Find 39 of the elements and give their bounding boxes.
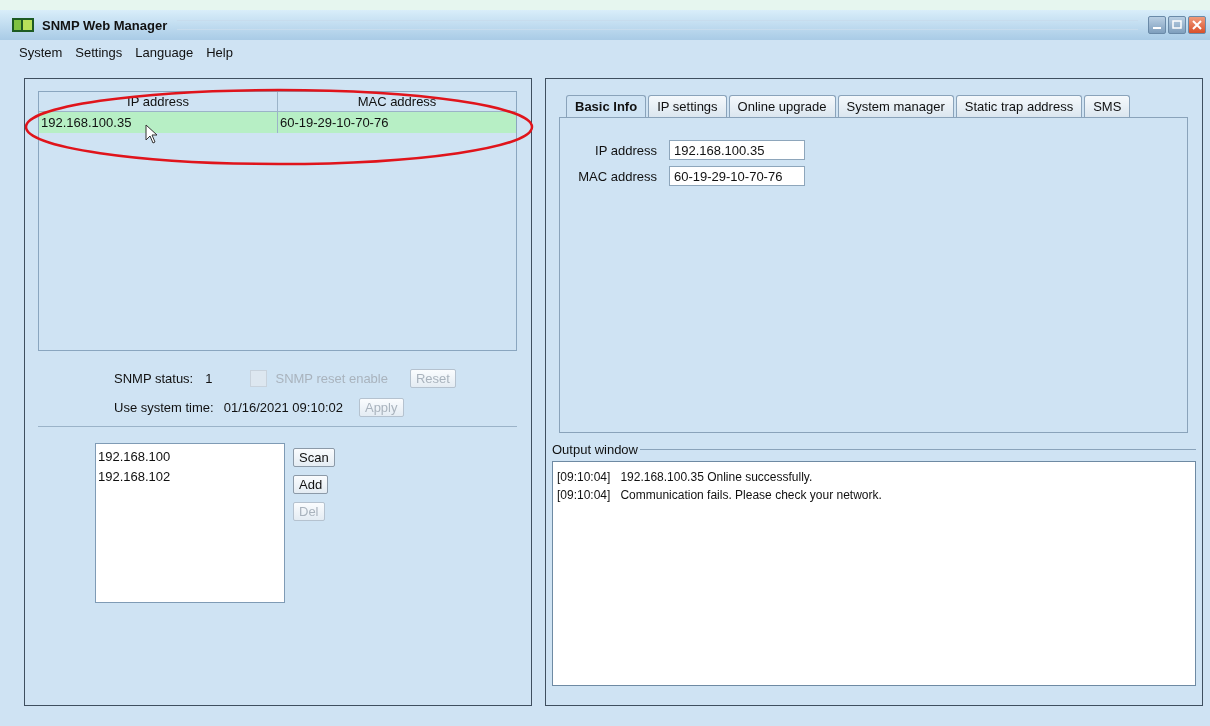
field-label: MAC address <box>577 168 658 184</box>
table-cell-text: 60-19-29-10-70-76 <box>279 114 390 132</box>
menu-item[interactable]: Settings <box>75 44 123 60</box>
table-row[interactable]: 192.168.100.35 60-19-29-10-70-76 <box>39 112 516 133</box>
group-title: Output window <box>552 442 639 457</box>
log-message: Communication fails. Please check your network. <box>620 487 882 504</box>
tab[interactable]: Static trap address <box>955 95 1083 117</box>
mouse-cursor-icon <box>145 124 159 144</box>
time-value: 01/16/2021 09:10:02 <box>223 399 343 415</box>
tab[interactable]: Basic Info <box>566 95 647 117</box>
status-label: SNMP status: <box>114 370 194 386</box>
time-label: Use system time: <box>114 399 214 415</box>
close-icon <box>1192 20 1202 30</box>
menu-item[interactable]: System <box>19 44 63 60</box>
tab[interactable]: Online upgrade <box>728 95 836 117</box>
log-time: [09:10:04] <box>557 469 611 486</box>
field-label: IP address <box>594 142 658 158</box>
maximize-icon <box>1172 20 1182 30</box>
tab[interactable]: IP settings <box>648 95 727 117</box>
segment-button[interactable]: Scan <box>293 448 335 467</box>
tab[interactable]: System manager <box>837 95 954 117</box>
log-message: 192.168.100.35 Online successfully. <box>620 469 813 486</box>
log-time: [09:10:04] <box>557 487 611 504</box>
minimize-icon <box>1153 27 1161 29</box>
segment-button[interactable]: Add <box>293 475 329 494</box>
input-field[interactable]: 60-19-29-10-70-76 <box>669 166 805 186</box>
column-header[interactable]: MAC address <box>278 92 516 111</box>
input-field[interactable]: 192.168.100.35 <box>669 140 805 160</box>
close-button[interactable] <box>1188 16 1206 34</box>
maximize-button[interactable] <box>1168 16 1186 34</box>
status-value: 1 <box>205 370 213 386</box>
window-title: SNMP Web Manager <box>42 17 168 33</box>
list-item[interactable]: 192.168.102 <box>98 467 282 487</box>
tab[interactable]: SMS <box>1084 95 1131 117</box>
menu-item[interactable]: Language <box>135 44 194 60</box>
menu-item[interactable]: Help <box>206 44 233 60</box>
list-item[interactable]: 192.168.100 <box>98 447 282 467</box>
app-icon <box>12 18 34 32</box>
minimize-button[interactable] <box>1148 16 1166 34</box>
